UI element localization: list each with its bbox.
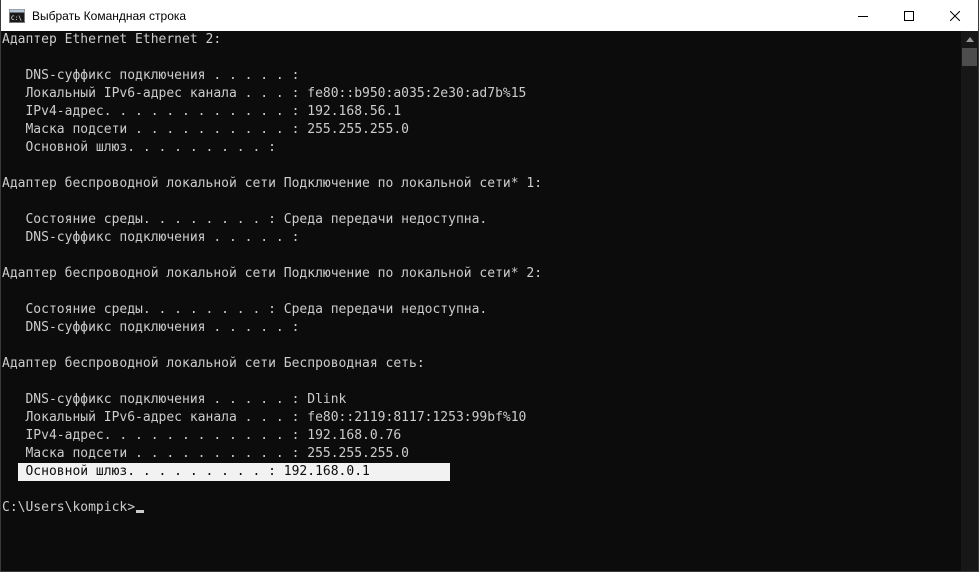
scroll-up-button[interactable] — [961, 31, 978, 48]
maximize-button[interactable] — [886, 0, 932, 31]
minimize-icon — [858, 15, 868, 17]
console-line: DNS-суффикс подключения . . . . . : — [2, 68, 300, 83]
scroll-up-arrow-icon — [965, 37, 974, 42]
console-line: Состояние среды. . . . . . . . : Среда п… — [2, 302, 488, 317]
console-line: Локальный IPv6-адрес канала . . . : fe80… — [2, 410, 527, 425]
scrollbar-thumb[interactable] — [962, 48, 977, 66]
cmd-app-icon: C:\ — [9, 8, 25, 23]
console-line: Локальный IPv6-адрес канала . . . : fe80… — [2, 86, 527, 101]
console-line: Адаптер беспроводной локальной сети Бесп… — [2, 356, 425, 371]
window-controls — [840, 0, 978, 31]
console-line: Адаптер Ethernet Ethernet 2: — [2, 32, 222, 47]
close-button[interactable] — [932, 0, 978, 31]
console-line: Основной шлюз. . . . . . . . . : 192.168… — [2, 464, 370, 479]
window-title: Выбрать Командная строка — [32, 8, 187, 23]
maximize-icon — [904, 10, 914, 21]
console-line: Адаптер беспроводной локальной сети Подк… — [2, 176, 543, 191]
console-line: Маска подсети . . . . . . . . . . : 255.… — [2, 122, 409, 137]
console-line: Основной шлюз. . . . . . . . . : — [2, 140, 276, 155]
console-line: DNS-суффикс подключения . . . . . : — [2, 230, 300, 245]
minimize-button[interactable] — [840, 0, 886, 31]
console-output[interactable]: Адаптер Ethernet Ethernet 2: DNS-суффикс… — [1, 31, 962, 571]
text-cursor — [136, 510, 145, 513]
console-line: IPv4-адрес. . . . . . . . . . . . : 192.… — [2, 428, 402, 443]
console-line: DNS-суффикс подключения . . . . . : — [2, 320, 300, 335]
console-line: IPv4-адрес. . . . . . . . . . . . : 192.… — [2, 104, 402, 119]
console-line: Состояние среды. . . . . . . . : Среда п… — [2, 212, 488, 227]
console-line: Маска подсети . . . . . . . . . . : 255.… — [2, 446, 409, 461]
command-prompt-window: C:\ Выбрать Командная строка Адаптер Eth… — [0, 0, 979, 572]
svg-text:C:\: C:\ — [11, 15, 22, 22]
command-prompt-line: C:\Users\kompick> — [2, 499, 145, 517]
console-line: DNS-суффикс подключения . . . . . : Dlin… — [2, 392, 347, 407]
console-line: Адаптер беспроводной локальной сети Подк… — [2, 266, 543, 281]
title-bar[interactable]: C:\ Выбрать Командная строка — [1, 0, 978, 31]
vertical-scrollbar[interactable] — [961, 31, 978, 571]
close-icon — [950, 10, 960, 21]
